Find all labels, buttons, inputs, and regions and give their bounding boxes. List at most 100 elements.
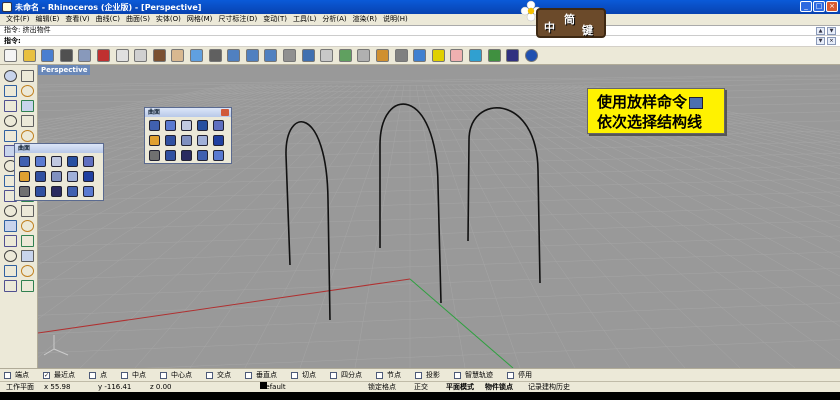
osnap-option[interactable]: 四分点 [330, 370, 362, 380]
panel-close-icon[interactable] [221, 109, 229, 116]
rail-revolve-icon[interactable] [83, 171, 94, 182]
planar-surface-icon[interactable] [67, 156, 78, 167]
command-close-icon[interactable]: × [827, 37, 836, 45]
extrude-curve-icon[interactable] [19, 171, 30, 182]
network-surface-icon[interactable] [19, 186, 30, 197]
render-icon[interactable] [450, 49, 464, 62]
curve-icon[interactable] [21, 85, 34, 97]
drape-icon[interactable] [51, 186, 62, 197]
menu-item[interactable]: 尺寸标注(D) [215, 14, 260, 25]
material-icon[interactable] [487, 49, 501, 62]
menu-item[interactable]: 说明(H) [380, 14, 411, 25]
osnap-option[interactable]: 投影 [415, 370, 440, 380]
rotate-view-icon[interactable] [190, 49, 203, 62]
copy-icon[interactable] [21, 205, 34, 217]
surface-from-points-icon[interactable] [19, 156, 30, 167]
edge-surface-icon[interactable] [165, 150, 176, 161]
set-view-icon[interactable] [283, 49, 296, 62]
dimension-icon[interactable] [21, 280, 34, 292]
panel-header[interactable]: 曲面 [145, 108, 231, 117]
undo-icon[interactable] [152, 49, 166, 62]
osnap-option[interactable]: ✓ 最近点 [43, 370, 75, 380]
circle-icon[interactable] [4, 100, 17, 112]
surface-patch-icon[interactable] [51, 156, 62, 167]
explode-icon[interactable] [21, 265, 34, 277]
osnap-option[interactable]: 停用 [507, 370, 532, 380]
zoom-extents-icon[interactable] [245, 49, 259, 62]
osnap-checkbox[interactable] [507, 371, 514, 379]
copy-icon[interactable] [115, 49, 129, 62]
color-wheel-icon[interactable] [469, 49, 482, 62]
blend-surface-icon[interactable] [83, 186, 94, 197]
drape-icon[interactable] [181, 150, 192, 161]
maximize-button[interactable]: □ [813, 1, 825, 12]
ellipse-icon[interactable] [21, 100, 34, 112]
point-icon[interactable] [21, 70, 34, 82]
pan-icon[interactable] [171, 49, 185, 62]
zoom-selected-icon[interactable] [264, 49, 278, 62]
trim-icon[interactable] [4, 250, 17, 262]
menu-item[interactable]: 实体(O) [153, 14, 184, 25]
layer-icon[interactable] [413, 49, 427, 62]
print-icon[interactable] [59, 49, 73, 62]
light-icon[interactable] [394, 49, 408, 62]
osnap-option[interactable]: 端点 [4, 370, 29, 380]
osnap-option[interactable]: 交点 [206, 370, 231, 380]
help-icon[interactable] [524, 49, 538, 62]
command-dropdown-icon[interactable]: ▼ [816, 37, 825, 45]
join-icon[interactable] [4, 265, 17, 277]
minimize-button[interactable]: _ [800, 1, 812, 12]
sweep-2-icon[interactable] [181, 135, 192, 146]
menu-item[interactable]: 渲染(R) [350, 14, 380, 25]
osnap-checkbox[interactable] [454, 371, 461, 379]
menu-item[interactable]: 编辑(E) [33, 14, 63, 25]
menu-item[interactable]: 分析(A) [319, 14, 349, 25]
revolve-icon[interactable] [67, 171, 78, 182]
blend-surface-icon[interactable] [213, 150, 224, 161]
menu-item[interactable]: 工具(L) [290, 14, 319, 25]
select-arrow-icon[interactable] [4, 70, 17, 82]
arc-icon[interactable] [4, 115, 17, 127]
surface-from-edges-icon[interactable] [165, 120, 176, 131]
osnap-option[interactable]: 切点 [291, 370, 316, 380]
osnap-checkbox[interactable] [160, 371, 167, 379]
new-file-icon[interactable] [4, 49, 17, 62]
osnap-checkbox[interactable] [415, 371, 422, 379]
environment-icon[interactable] [506, 49, 520, 62]
fillet-curve-icon[interactable] [21, 130, 34, 142]
grid-icon[interactable] [320, 49, 334, 62]
scale-icon[interactable] [21, 220, 34, 232]
osnap-checkbox[interactable]: ✓ [43, 371, 50, 379]
sweep-1-icon[interactable] [165, 135, 176, 146]
close-button[interactable]: × [826, 1, 838, 12]
osnap-checkbox[interactable] [245, 371, 252, 379]
rotate-icon[interactable] [4, 220, 17, 232]
sweep-1-icon[interactable] [35, 171, 46, 182]
surface-from-edges-icon[interactable] [35, 156, 46, 167]
zoom-dynamic-icon[interactable] [227, 49, 241, 62]
cut-icon[interactable] [97, 49, 110, 62]
panel-header[interactable]: 曲面 [15, 144, 103, 153]
edge-surface-icon[interactable] [35, 186, 46, 197]
properties-icon[interactable] [431, 49, 445, 62]
sweep-2-icon[interactable] [51, 171, 62, 182]
planar-surface-icon[interactable] [197, 120, 208, 131]
menu-item[interactable]: 文件(F) [3, 14, 33, 25]
menu-item[interactable]: 曲面(S) [123, 14, 153, 25]
osnap-checkbox[interactable] [206, 371, 213, 379]
array-icon[interactable] [21, 235, 34, 247]
surface-loft-icon[interactable] [213, 120, 224, 131]
osnap-checkbox[interactable] [121, 371, 128, 379]
rail-revolve-icon[interactable] [213, 135, 224, 146]
scroll-down-icon[interactable]: ▼ [827, 27, 836, 35]
osnap-option[interactable]: 节点 [376, 370, 401, 380]
text-icon[interactable] [4, 280, 17, 292]
revolve-icon[interactable] [197, 135, 208, 146]
hide-icon[interactable] [357, 49, 371, 62]
command-line[interactable]: 指令: ▼ × [0, 35, 840, 46]
lock-icon[interactable] [376, 49, 389, 62]
paste-icon[interactable] [134, 49, 148, 62]
surface-patch-icon[interactable] [181, 120, 192, 131]
extrude-curve-icon[interactable] [149, 135, 160, 146]
osnap-option[interactable]: 智慧轨迹 [454, 370, 493, 380]
